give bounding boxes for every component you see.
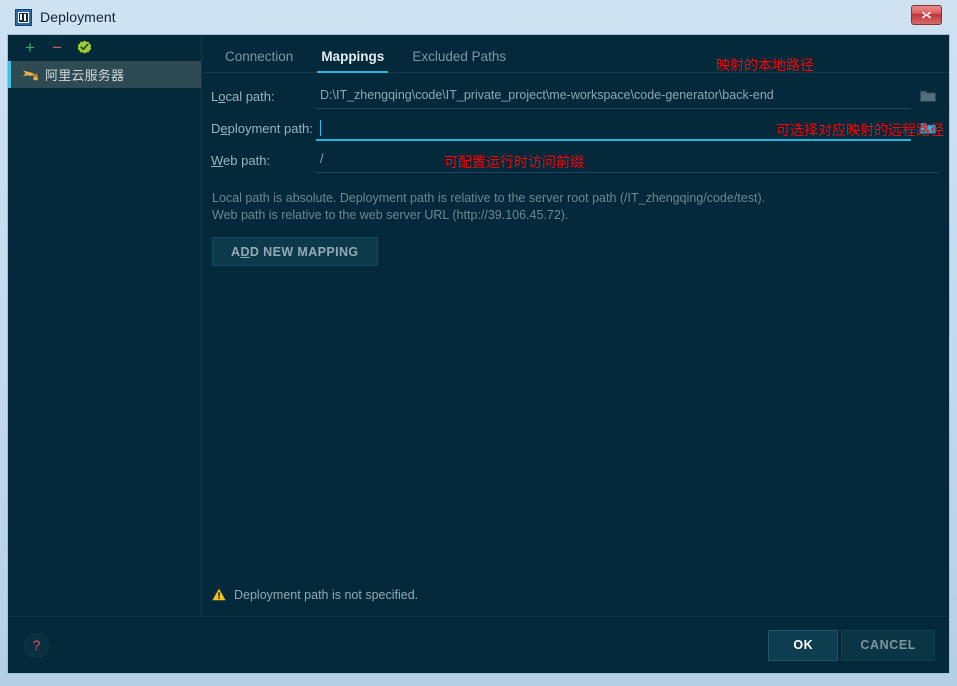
sidebar-toolbar: + − xyxy=(8,35,201,60)
intellij-idea-icon xyxy=(15,8,32,26)
footer-actions: OK CANCEL xyxy=(768,629,935,661)
server-list-item-label: 阿里云服务器 xyxy=(45,68,125,83)
deployment-path-label: Deployment path: xyxy=(211,121,313,136)
mappings-form: Local path: D:\IT_zhengqing\code\IT_priv… xyxy=(202,58,949,266)
local-path-folder-icon[interactable] xyxy=(917,85,939,107)
dialog-body: + − 阿里云服务器 Connection Mappings Excluded … xyxy=(8,35,949,616)
add-server-icon[interactable]: + xyxy=(22,39,38,56)
tab-excluded-paths[interactable]: Excluded Paths xyxy=(398,49,520,73)
deployment-path-row: Deployment path: 可选择对应映射的远程路径 xyxy=(202,117,949,149)
dialog-container: + − 阿里云服务器 Connection Mappings Excluded … xyxy=(7,34,950,674)
hint-text: Local path is absolute. Deployment path … xyxy=(202,181,949,224)
status-bar: Deployment path is not specified. xyxy=(202,588,949,616)
validate-connection-icon[interactable] xyxy=(76,40,92,56)
dialog-footer: ? OK CANCEL xyxy=(8,616,949,673)
local-path-input-wrap: D:\IT_zhengqing\code\IT_private_project\… xyxy=(316,85,949,109)
local-path-input[interactable]: D:\IT_zhengqing\code\IT_private_project\… xyxy=(316,85,911,109)
deployment-path-input-wrap: 可选择对应映射的远程路径 xyxy=(316,117,949,141)
sftp-server-icon xyxy=(22,67,39,83)
deployment-path-input[interactable] xyxy=(316,117,911,141)
cancel-button[interactable]: CANCEL xyxy=(841,629,935,661)
tab-mappings[interactable]: Mappings xyxy=(307,49,398,73)
main-panel: Connection Mappings Excluded Paths Local… xyxy=(202,35,949,616)
tab-bar: Connection Mappings Excluded Paths xyxy=(202,35,949,73)
remove-server-icon[interactable]: − xyxy=(49,39,65,56)
web-path-input-wrap: / 可配置运行时访问前缀 xyxy=(316,149,949,173)
deployment-dialog-window: Deployment + − 阿里云服务器 Connection Mapping… xyxy=(0,0,957,686)
web-path-row: Web path: / 可配置运行时访问前缀 xyxy=(202,149,949,181)
hint-line-2: Web path is relative to the web server U… xyxy=(212,208,569,222)
server-sidebar: + − 阿里云服务器 xyxy=(8,35,202,616)
hint-line-1: Local path is absolute. Deployment path … xyxy=(212,191,766,205)
web-path-label: Web path: xyxy=(211,153,271,168)
server-list-item[interactable]: 阿里云服务器 xyxy=(8,61,201,88)
tab-connection[interactable]: Connection xyxy=(211,49,307,73)
local-path-label: Local path: xyxy=(211,89,275,104)
status-message: Deployment path is not specified. xyxy=(234,588,419,602)
close-icon[interactable] xyxy=(911,5,942,25)
deployment-path-folder-icon[interactable] xyxy=(917,117,939,139)
server-list: 阿里云服务器 xyxy=(8,60,201,88)
help-question-icon[interactable]: ? xyxy=(24,632,49,658)
add-new-mapping-button[interactable]: ADD NEW MAPPING xyxy=(212,237,378,266)
local-path-row: Local path: D:\IT_zhengqing\code\IT_priv… xyxy=(202,58,949,117)
warning-icon xyxy=(212,588,226,602)
ok-button[interactable]: OK xyxy=(768,629,839,661)
title-bar: Deployment xyxy=(7,0,950,34)
window-title: Deployment xyxy=(40,9,116,25)
web-path-input[interactable]: / xyxy=(316,149,939,173)
